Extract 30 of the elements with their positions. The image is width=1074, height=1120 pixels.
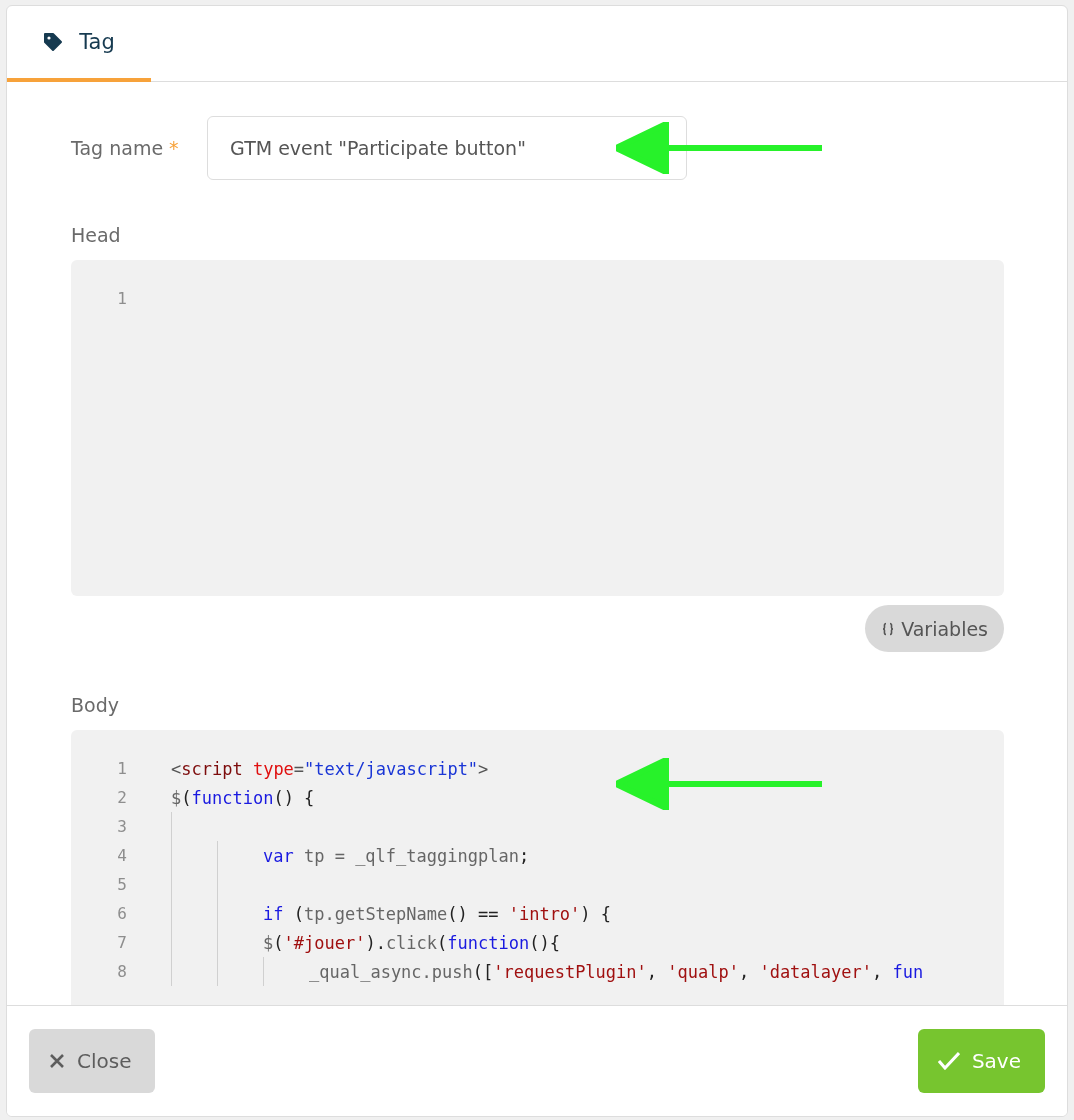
code-line: <script type="text/javascript"> [171,758,489,779]
arrow-icon [616,122,822,174]
arrow-icon [616,758,822,810]
close-icon [49,1053,65,1069]
line-number: 8 [116,962,127,981]
code-line: $(function() { [171,787,315,808]
field-label: Tag name [71,137,164,159]
line-number: 1 [116,289,127,308]
code-line: $('#jouer').click(function(){ [263,932,560,953]
braces-icon [881,621,896,636]
tag-icon [43,32,64,52]
required-mark: * [169,137,180,159]
variables-button[interactable]: Variables [865,605,1004,652]
line-number: 4 [116,846,127,865]
line-number: 6 [116,904,127,923]
line-number: 3 [116,817,127,836]
close-button[interactable]: Close [29,1029,156,1093]
line-number: 5 [116,875,127,894]
line-number: 1 [116,759,127,778]
code-line: var tp = _qlf_taggingplan; [263,845,530,866]
tag-tab[interactable]: Tag [7,6,151,82]
tag-name-field[interactable]: GTM event "Participate button" [207,116,688,180]
line-number: 7 [116,933,127,952]
section-label: Head [71,224,122,246]
line-number: 2 [116,788,127,807]
code-line: _qual_async.push(['requestPlugin', 'qualp', 'datalayer', fun [309,961,924,982]
code-editor[interactable]: 1 [71,260,1004,596]
code-line: if (tp.getStepName() == 'intro') { [263,903,612,924]
section-label: Body [71,694,120,716]
check-icon [937,1052,960,1070]
